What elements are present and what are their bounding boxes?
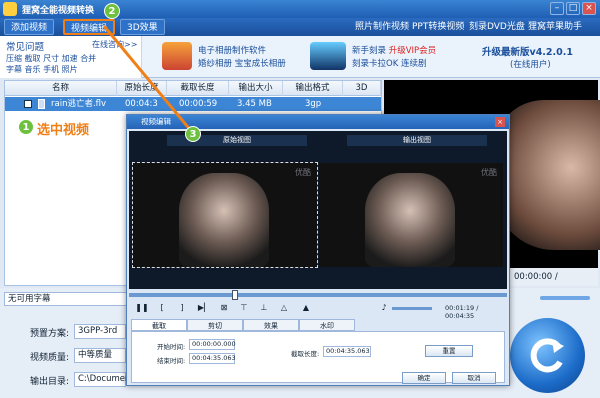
select-video-callout: 选中视频 (37, 123, 90, 138)
marker-1: 1 (18, 119, 34, 135)
marker-3: 3 (185, 126, 201, 142)
annotation-arrow (102, 25, 194, 133)
marker-2: 2 (104, 3, 120, 19)
